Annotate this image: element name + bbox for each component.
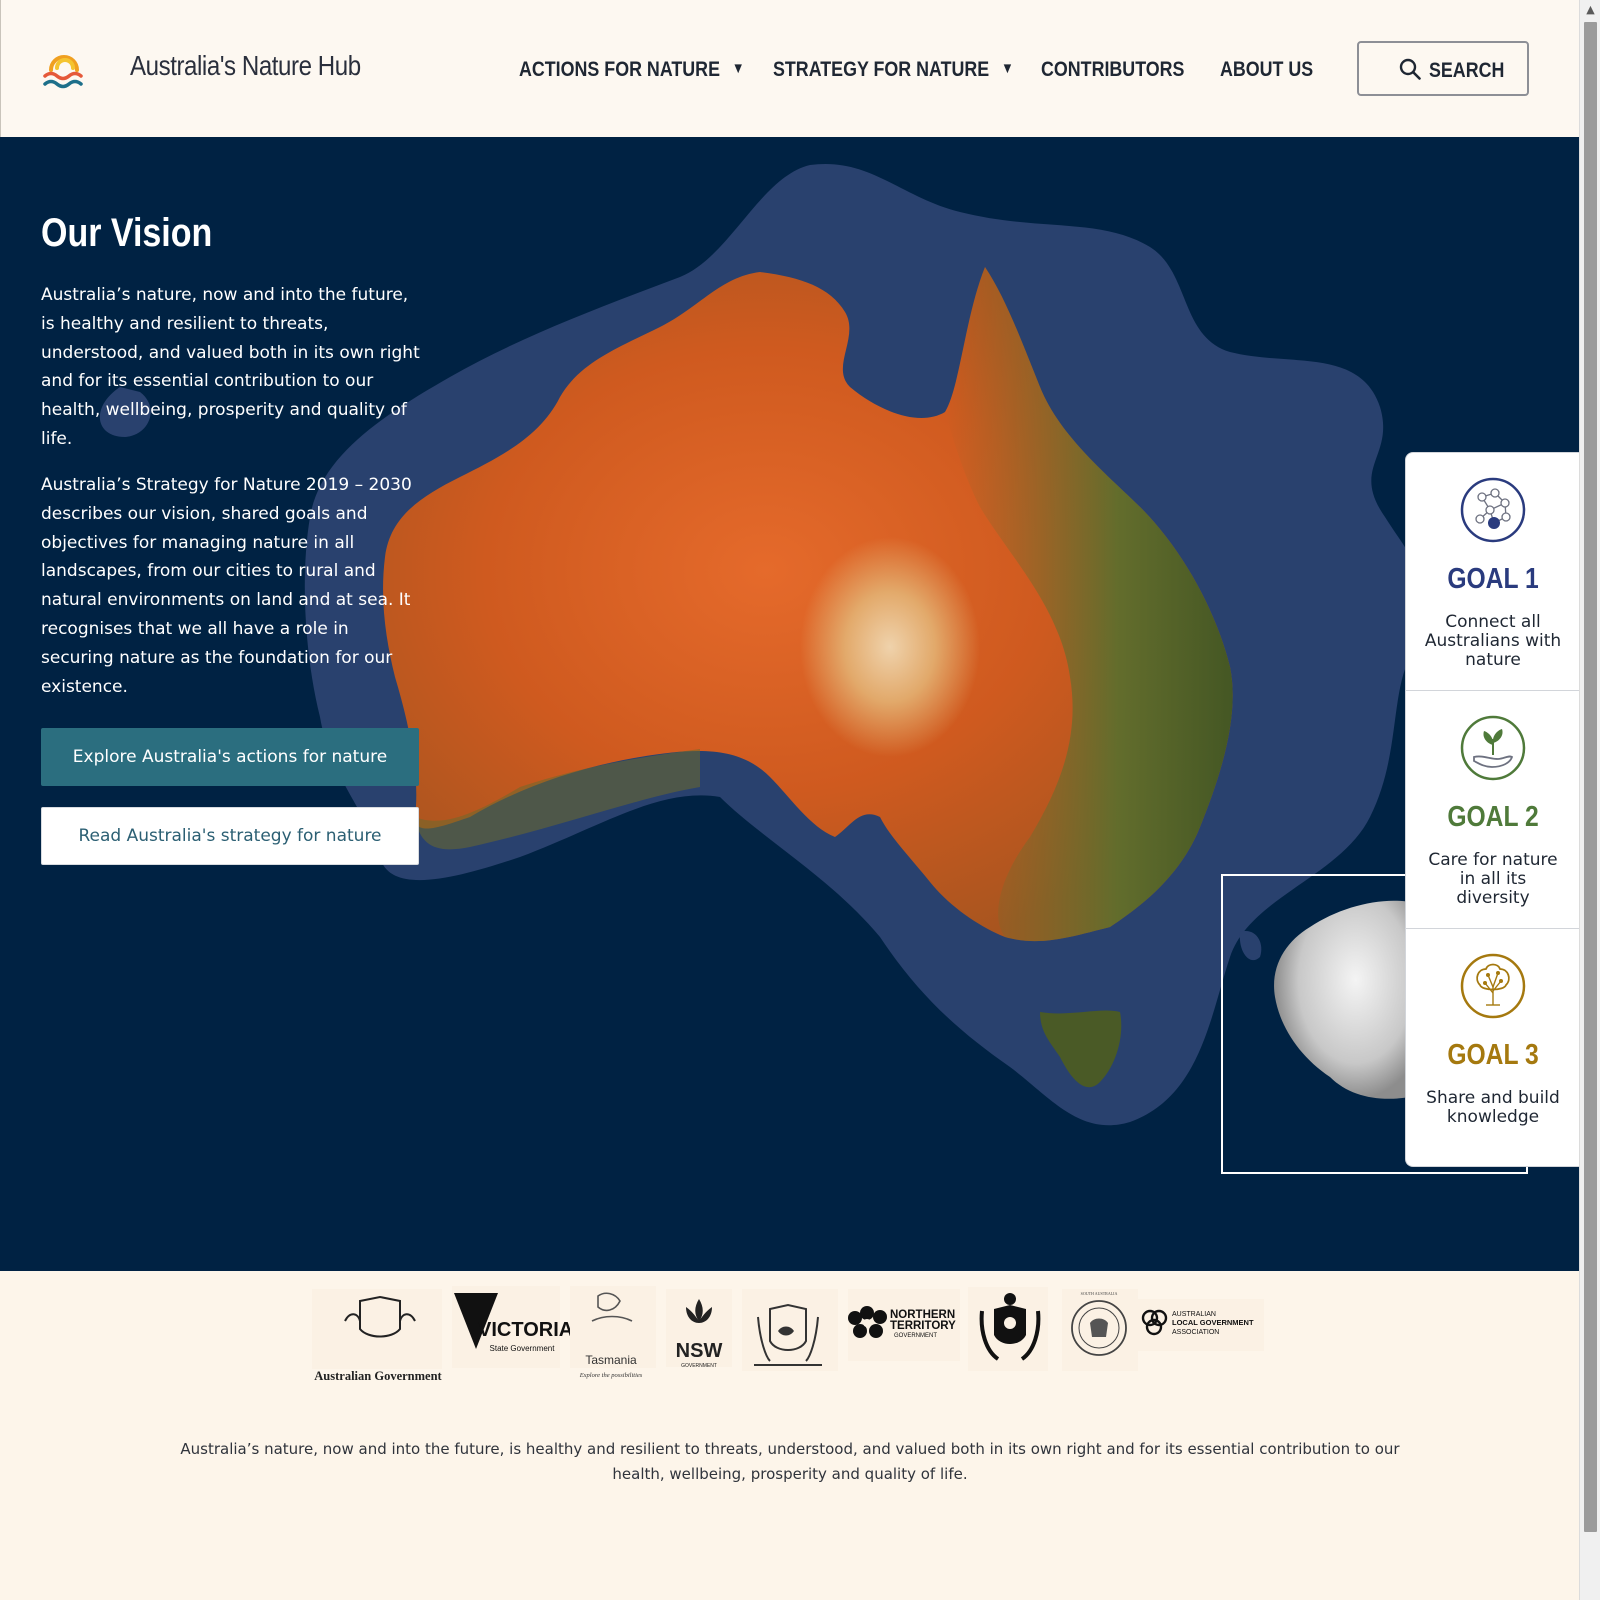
explore-actions-button[interactable]: Explore Australia's actions for nature	[41, 728, 419, 786]
vision-title: Our Vision	[41, 211, 213, 255]
alga-label-1: AUSTRALIAN	[1172, 1311, 1216, 1318]
tree-brain-icon	[1460, 953, 1526, 1019]
goal-3-card[interactable]: GOAL 3 Share and build knowledge	[1406, 929, 1579, 1166]
goal-2-description: Care for nature in all its diversity	[1428, 850, 1558, 908]
australian-government-label: Australian Government	[314, 1369, 442, 1383]
goal-1-description: Connect all Australians with nature	[1424, 612, 1562, 670]
search-button[interactable]: SEARCH	[1357, 41, 1529, 96]
site-header: Australia's Nature Hub ACTIONS FOR NATUR…	[0, 0, 1579, 137]
red-centre	[800, 537, 980, 757]
nsw-label: NSW	[676, 1340, 723, 1362]
northern-territory-logo[interactable]: NORTHERN TERRITORY GOVERNMENT	[848, 1289, 960, 1361]
nav-label: STRATEGY FOR NATURE	[773, 58, 990, 81]
logo-icon[interactable]	[43, 46, 89, 92]
goal-2-title: GOAL 2	[1447, 801, 1539, 833]
goal-3-description: Share and build knowledge	[1426, 1088, 1560, 1127]
nsw-sub-label: GOVERNMENT	[681, 1363, 717, 1369]
nsw-logo[interactable]: NSW GOVERNMENT	[666, 1289, 732, 1369]
nav-actions-for-nature[interactable]: ACTIONS FOR NATURE ▼	[519, 58, 745, 82]
nav-about-us[interactable]: ABOUT US	[1220, 58, 1313, 82]
read-strategy-button[interactable]: Read Australia's strategy for nature	[41, 807, 419, 865]
victoria-label: VICTORIA	[478, 1319, 573, 1341]
tasmania-sub-label: Explore the possibilities	[579, 1372, 643, 1379]
search-icon	[1399, 58, 1421, 80]
scroll-up-arrow-icon[interactable]: ▲	[1580, 0, 1600, 20]
nav-strategy-for-nature[interactable]: STRATEGY FOR NATURE ▼	[773, 58, 1014, 82]
caret-down-icon: ▼	[731, 60, 745, 77]
nt-label-3: GOVERNMENT	[894, 1333, 937, 1339]
nav-label: ACTIONS FOR NATURE	[519, 58, 720, 81]
hero-section: Our Vision Australia’s nature, now and i…	[0, 137, 1579, 1271]
antarctica-shelf	[1239, 931, 1262, 961]
footer-vision-text: Australia’s nature, now and into the fut…	[180, 1440, 1400, 1483]
victoria-sub-label: State Government	[490, 1344, 556, 1353]
tasmania-label: Tasmania	[585, 1353, 637, 1367]
partner-logos: Australian Government VICTORIA State Gov…	[312, 1286, 1264, 1383]
alga-label-3: ASSOCIATION	[1172, 1329, 1219, 1336]
page: Australia's Nature Hub ACTIONS FOR NATUR…	[0, 0, 1579, 1600]
tasmania-logo[interactable]: Tasmania Explore the possibilities	[570, 1286, 656, 1379]
victoria-logo[interactable]: VICTORIA State Government	[452, 1286, 573, 1368]
goal-1-title: GOAL 1	[1447, 563, 1539, 595]
australian-government-logo[interactable]: Australian Government	[312, 1289, 443, 1383]
vision-paragraph-1: Australia’s nature, now and into the fut…	[41, 285, 420, 449]
nav-contributors[interactable]: CONTRIBUTORS	[1041, 58, 1184, 82]
vision-paragraph-2: Australia’s Strategy for Nature 2019 – 2…	[41, 475, 412, 697]
western-australia-logo[interactable]	[742, 1289, 838, 1371]
site-title[interactable]: Australia's Nature Hub	[130, 50, 361, 82]
nav-label: ABOUT US	[1220, 58, 1314, 81]
hand-plant-icon	[1460, 715, 1526, 781]
queensland-logo[interactable]	[968, 1287, 1048, 1371]
south-australia-logo[interactable]: SOUTH AUSTRALIA	[1062, 1289, 1138, 1371]
goal-3-title: GOAL 3	[1447, 1039, 1539, 1071]
search-label: SEARCH	[1429, 59, 1505, 82]
goals-panel: GOAL 1 Connect all Australians with natu…	[1405, 452, 1579, 1167]
people-network-icon	[1460, 477, 1526, 543]
goal-1-card[interactable]: GOAL 1 Connect all Australians with natu…	[1406, 453, 1579, 691]
sa-label: SOUTH AUSTRALIA	[1081, 1291, 1118, 1296]
caret-down-icon: ▼	[1001, 60, 1014, 77]
antarctica	[1274, 900, 1410, 1099]
goal-2-card[interactable]: GOAL 2 Care for nature in all its divers…	[1406, 691, 1579, 929]
alga-label-2: LOCAL GOVERNMENT	[1172, 1318, 1254, 1327]
nav-label: CONTRIBUTORS	[1041, 58, 1185, 81]
nt-label-2: TERRITORY	[890, 1320, 956, 1332]
scrollbar-thumb[interactable]	[1584, 22, 1597, 1532]
page-scrollbar[interactable]: ▲	[1579, 0, 1600, 1600]
alga-logo[interactable]: AUSTRALIAN LOCAL GOVERNMENT ASSOCIATION	[1138, 1299, 1264, 1351]
